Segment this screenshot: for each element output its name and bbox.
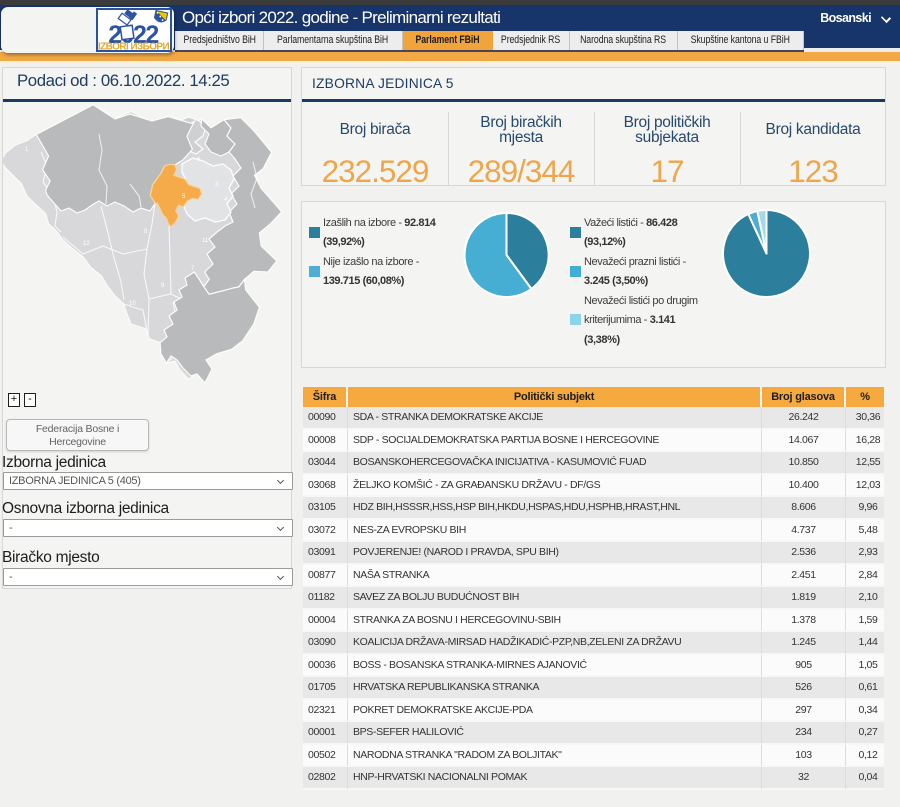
svg-text:11: 11	[202, 238, 209, 244]
svg-text:IZBORI ИЗБОРИ: IZBORI ИЗБОРИ	[98, 42, 169, 51]
svg-text:12: 12	[83, 241, 90, 247]
svg-text:10: 10	[129, 301, 136, 307]
